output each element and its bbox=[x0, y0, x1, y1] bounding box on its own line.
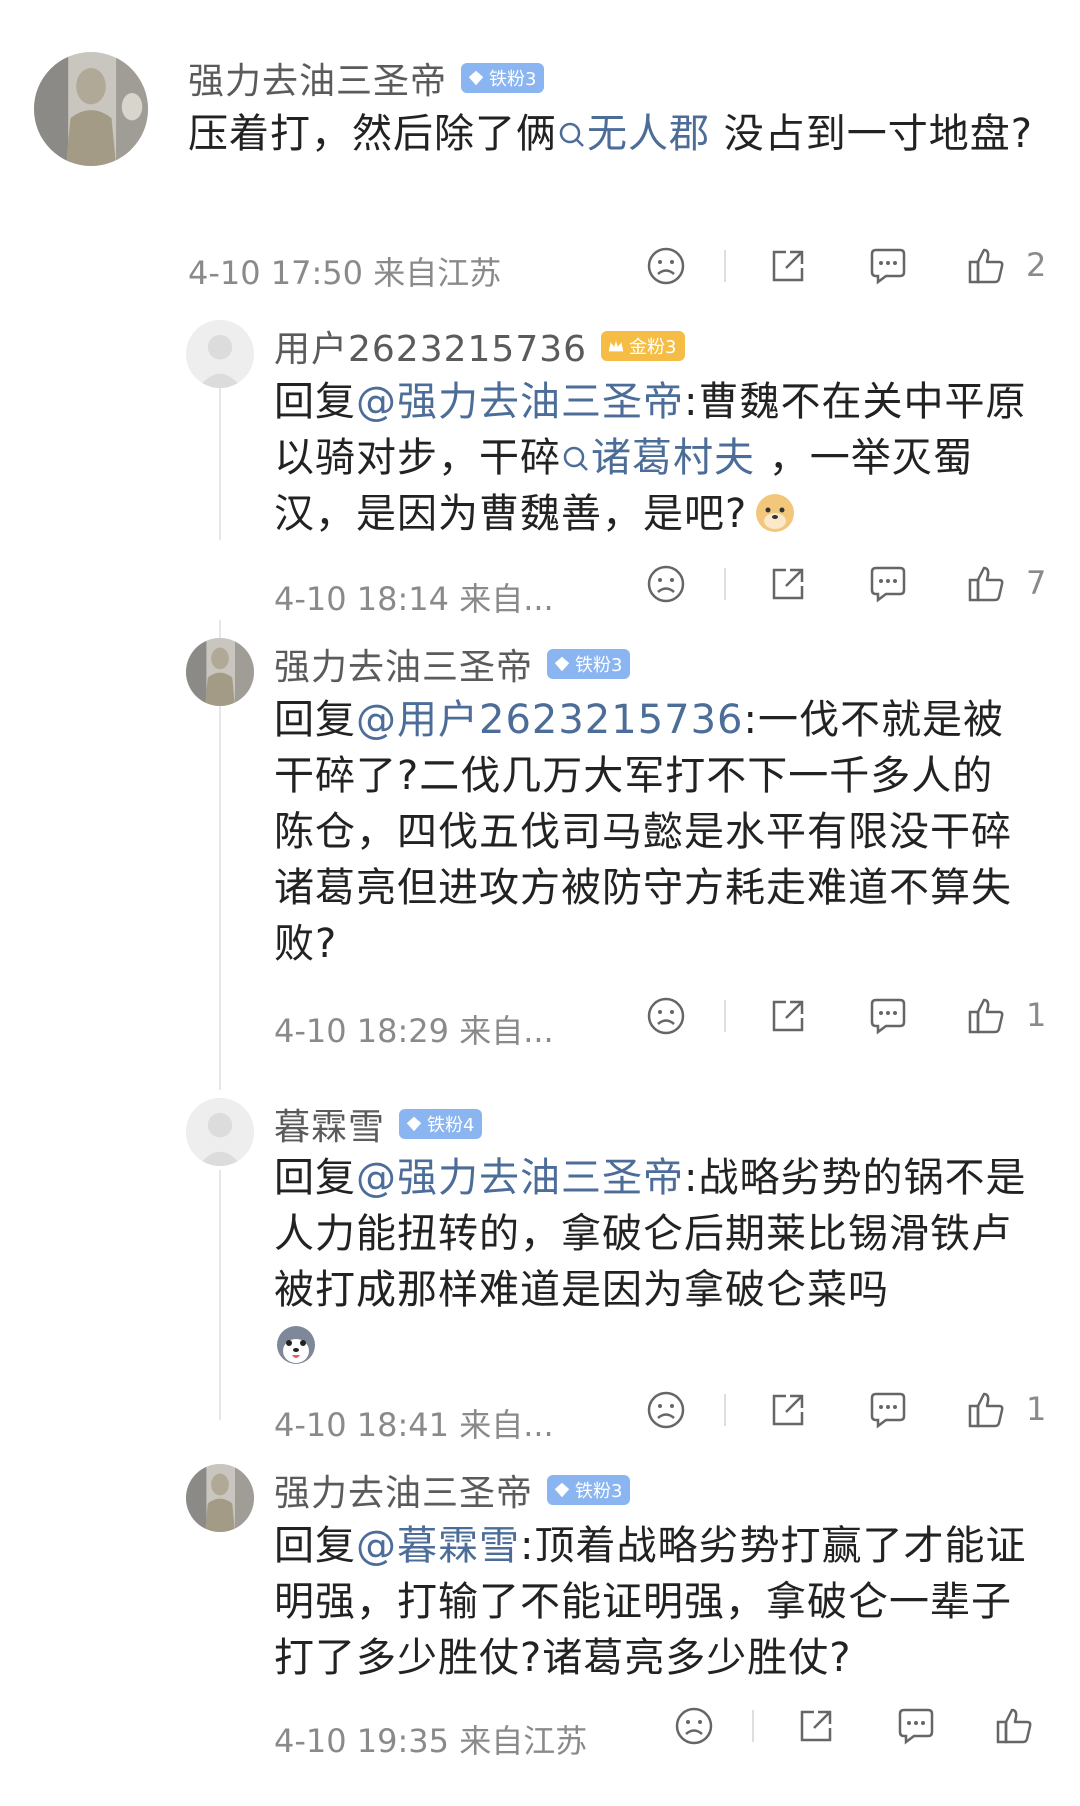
mention-link[interactable]: @暮霖雪 bbox=[356, 1523, 520, 1569]
diamond-icon bbox=[554, 1482, 570, 1498]
reply-item: 强力去油三圣帝 铁粉3 回复@暮霖雪:顶着战略劣势打赢了才能证明强，打输了不能证… bbox=[0, 0, 1080, 1806]
share-button[interactable] bbox=[794, 1704, 838, 1748]
like-button[interactable] bbox=[992, 1704, 1036, 1748]
divider bbox=[752, 1710, 754, 1742]
statue-avatar-image bbox=[186, 1464, 254, 1532]
reply-button[interactable] bbox=[894, 1704, 938, 1748]
username[interactable]: 强力去油三圣帝 bbox=[274, 1464, 533, 1516]
fan-badge: 铁粉3 bbox=[547, 1475, 631, 1505]
dislike-button[interactable] bbox=[672, 1704, 716, 1748]
thumbs-up-icon bbox=[996, 1708, 1032, 1744]
sad-face-icon bbox=[675, 1707, 713, 1745]
badge-label: 铁粉3 bbox=[575, 1481, 623, 1502]
comment-text: 回复@暮霖雪:顶着战略劣势打赢了才能证明强，打输了不能证明强，拿破仑一辈子打了多… bbox=[274, 1518, 1034, 1686]
timestamp-location: 4-10 19:35 来自江苏 bbox=[274, 1722, 588, 1760]
comment-feed: 强力去油三圣帝 铁粉3 压着打，然后除了俩 无人郡 没占到一寸地盘? 4-10 1… bbox=[0, 0, 1080, 1806]
comment-bubble-icon bbox=[898, 1708, 934, 1745]
action-bar bbox=[668, 1704, 1068, 1754]
share-icon bbox=[800, 1710, 832, 1742]
avatar[interactable] bbox=[186, 1464, 254, 1532]
reply-prefix: 回复 bbox=[274, 1523, 356, 1569]
